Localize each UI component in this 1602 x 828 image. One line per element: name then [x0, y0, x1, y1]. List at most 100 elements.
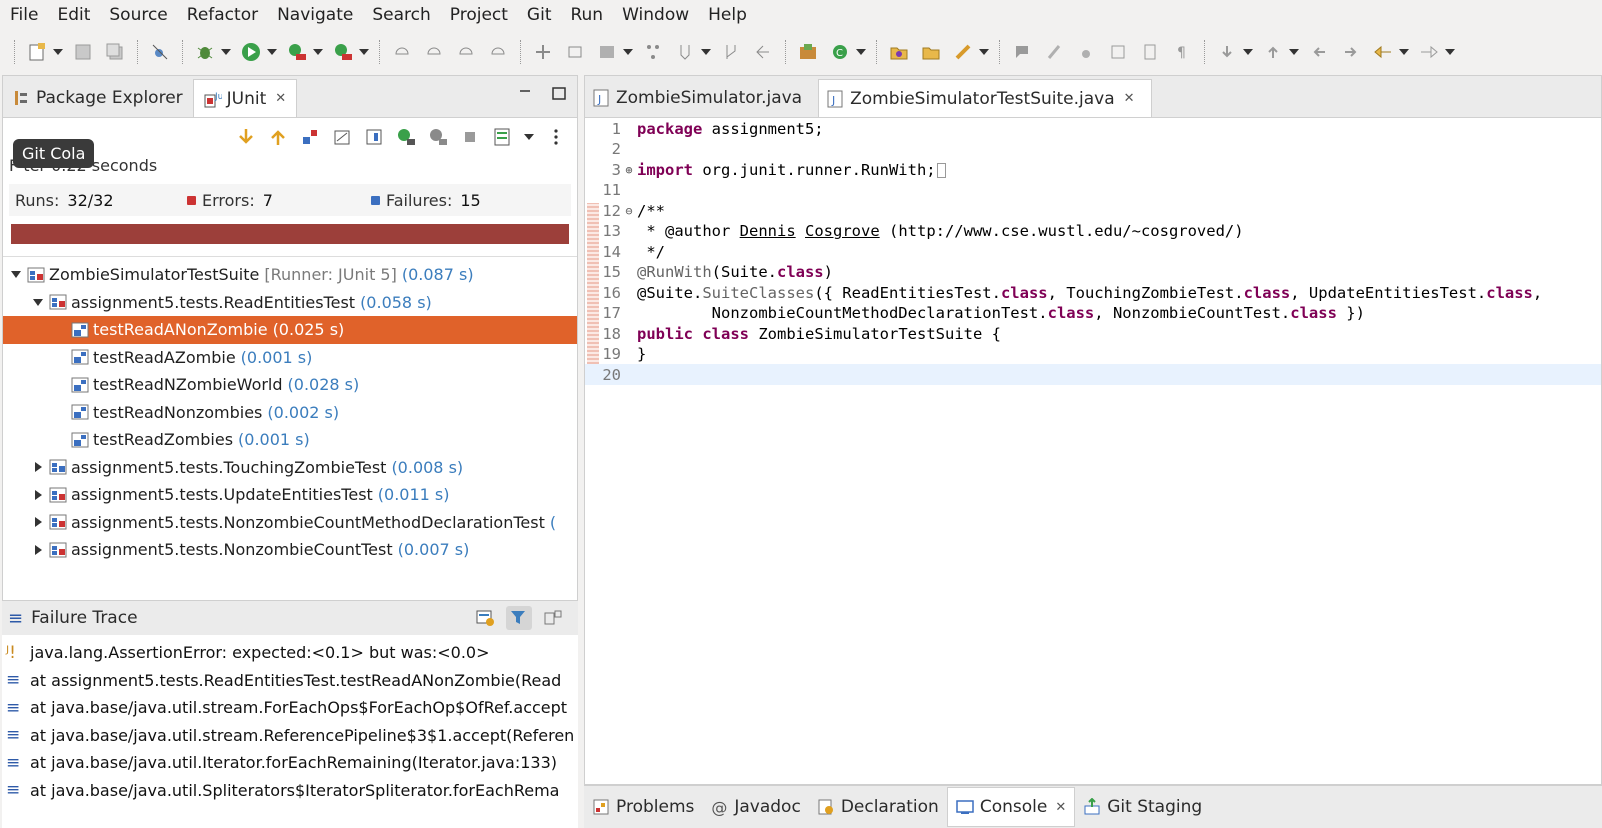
compare-results-icon[interactable] [472, 606, 498, 630]
coverage-dropdown[interactable] [313, 47, 323, 57]
test-run-history-icon[interactable] [491, 126, 513, 148]
save-icon[interactable] [72, 41, 94, 63]
git-fetch-icon[interactable] [391, 41, 413, 63]
open-type-icon[interactable] [888, 41, 910, 63]
menu-source[interactable]: Source [109, 5, 167, 25]
close-icon[interactable]: ✕ [1055, 800, 1066, 815]
new-java-package-icon[interactable] [797, 41, 819, 63]
run-icon[interactable] [240, 41, 262, 63]
copy-trace-icon[interactable] [540, 606, 566, 630]
show-skipped-icon[interactable] [331, 126, 353, 148]
trace-frame-line[interactable]: ≡ at java.base/java.util.Spliterators$It… [2, 777, 578, 805]
external-tools-icon[interactable] [332, 41, 354, 63]
debug-dropdown[interactable] [221, 47, 231, 57]
menu-edit[interactable]: Edit [57, 5, 90, 25]
skip-breakpoints-icon[interactable] [149, 41, 171, 63]
tab-zombie-simulator[interactable]: J ZombieSimulator.java [585, 79, 818, 117]
show-whitespace-icon[interactable]: ¶ [1171, 41, 1193, 63]
trace-frame-line[interactable]: ≡ at java.base/java.util.stream.Referenc… [2, 722, 578, 750]
previous-annotation-icon[interactable] [1262, 41, 1284, 63]
menu-run[interactable]: Run [570, 5, 603, 25]
git-merge-icon[interactable] [674, 41, 696, 63]
tree-row-class[interactable]: assignment5.tests.ReadEntitiesTest (0.05… [3, 289, 577, 317]
toggle-mark-occurrences-icon[interactable] [1075, 41, 1097, 63]
tab-console[interactable]: Console ✕ [946, 787, 1076, 827]
tree-row-suite[interactable]: ZombieSimulatorTestSuite [Runner: JUnit … [3, 261, 577, 289]
trace-exception-line[interactable]: ᴶ! java.lang.AssertionError: expected:<0… [2, 639, 578, 667]
last-edit-location-icon[interactable] [1308, 41, 1330, 63]
menu-navigate[interactable]: Navigate [277, 5, 353, 25]
tree-row-test[interactable]: testReadAZombie (0.001 s) [3, 344, 577, 372]
external-tools-dropdown[interactable] [359, 47, 369, 57]
trace-frame-line[interactable]: ≡ at java.base/java.util.stream.ForEachO… [2, 694, 578, 722]
view-menu-icon[interactable] [545, 126, 567, 148]
git-commit-icon[interactable] [564, 41, 586, 63]
git-sync-icon[interactable] [487, 41, 509, 63]
tree-row-class[interactable]: assignment5.tests.NonzombieCountMethodDe… [3, 509, 577, 537]
next-failure-icon[interactable] [235, 126, 257, 148]
tab-package-explorer[interactable]: Package Explorer [3, 79, 193, 117]
git-branch-icon[interactable] [642, 41, 664, 63]
tab-problems[interactable]: Problems [584, 787, 702, 827]
run-dropdown[interactable] [267, 47, 277, 57]
expanded-twistie-icon[interactable] [31, 295, 45, 309]
tab-javadoc[interactable]: @ Javadoc [702, 787, 808, 827]
collapsed-twistie-icon[interactable] [31, 515, 45, 529]
toggle-breadcrumb-icon[interactable] [1139, 41, 1161, 63]
search-dropdown[interactable] [979, 47, 989, 57]
show-failures-only-icon[interactable] [299, 126, 321, 148]
new-class-dropdown[interactable] [856, 47, 866, 57]
new-dropdown[interactable] [53, 47, 63, 57]
tree-row-test[interactable]: testReadNZombieWorld (0.028 s) [3, 371, 577, 399]
menu-project[interactable]: Project [450, 5, 508, 25]
back-dropdown[interactable] [1399, 47, 1409, 57]
new-class-icon[interactable]: C [829, 41, 851, 63]
debug-icon[interactable] [194, 41, 216, 63]
tree-row-test-selected[interactable]: testReadANonZombie (0.025 s) [3, 316, 577, 344]
toggle-block-selection-icon[interactable] [1107, 41, 1129, 63]
collapsed-twistie-icon[interactable] [31, 488, 45, 502]
forward-edit-icon[interactable] [1340, 41, 1362, 63]
close-icon[interactable]: ✕ [1124, 91, 1135, 106]
new-wizard-icon[interactable] [26, 41, 48, 63]
menu-search[interactable]: Search [372, 5, 430, 25]
back-icon[interactable] [1372, 41, 1394, 63]
previous-failure-icon[interactable] [267, 126, 289, 148]
menu-file[interactable]: File [10, 5, 38, 25]
expand-fold-icon[interactable]: ⊕ [623, 163, 635, 177]
next-annotation-dropdown[interactable] [1243, 47, 1253, 57]
stop-icon[interactable] [459, 126, 481, 148]
git-merge-dropdown[interactable] [701, 47, 711, 57]
rerun-test-icon[interactable] [395, 126, 417, 148]
history-dropdown[interactable] [523, 126, 535, 148]
folded-block-marker[interactable] [936, 162, 946, 178]
open-resource-icon[interactable] [920, 41, 942, 63]
tree-row-class[interactable]: assignment5.tests.UpdateEntitiesTest (0.… [3, 481, 577, 509]
coverage-icon[interactable] [286, 41, 308, 63]
next-annotation-icon[interactable] [1216, 41, 1238, 63]
tab-git-staging[interactable]: Git Staging [1075, 787, 1210, 827]
annotation-icon[interactable] [1011, 41, 1033, 63]
save-all-icon[interactable] [104, 41, 126, 63]
forward-dropdown[interactable] [1445, 47, 1455, 57]
menu-help[interactable]: Help [708, 5, 747, 25]
tab-zombie-simulator-test-suite[interactable]: J ZombieSimulatorTestSuite.java ✕ [818, 79, 1152, 117]
minimize-icon[interactable] [517, 85, 533, 101]
scroll-lock-icon[interactable] [363, 126, 385, 148]
menu-refactor[interactable]: Refactor [187, 5, 258, 25]
expanded-twistie-icon[interactable] [9, 268, 23, 282]
tab-junit[interactable]: Ju JUnit ✕ [192, 79, 298, 117]
trace-frame-line[interactable]: ≡ at java.base/java.util.Iterator.forEac… [2, 749, 578, 777]
menu-git[interactable]: Git [527, 5, 552, 25]
code-editor[interactable]: 1 package assignment5; 2 3 ⊕ import org.j… [585, 118, 1601, 784]
highlight-icon[interactable] [1043, 41, 1065, 63]
git-reset-icon[interactable] [752, 41, 774, 63]
rerun-failed-first-icon[interactable] [427, 126, 449, 148]
close-icon[interactable]: ✕ [275, 91, 286, 106]
previous-annotation-dropdown[interactable] [1289, 47, 1299, 57]
forward-icon[interactable] [1418, 41, 1440, 63]
git-add-icon[interactable] [532, 41, 554, 63]
tree-row-class[interactable]: assignment5.tests.TouchingZombieTest (0.… [3, 454, 577, 482]
filter-stack-trace-icon[interactable] [506, 606, 532, 630]
maximize-icon[interactable] [551, 85, 567, 101]
